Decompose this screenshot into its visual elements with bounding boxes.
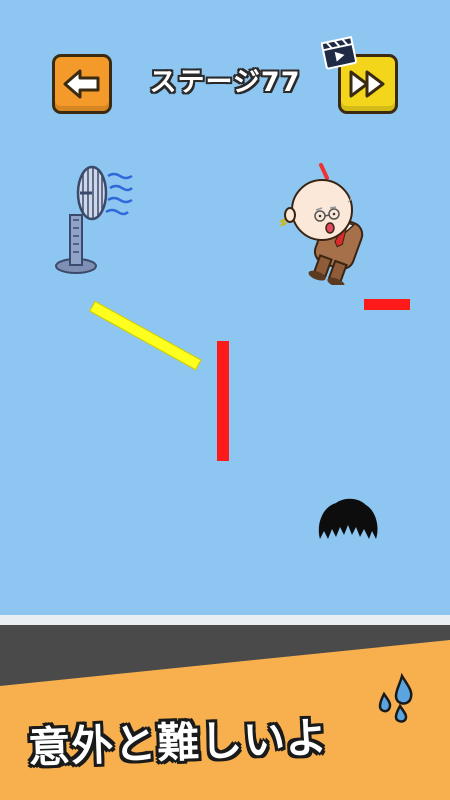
stage-title: ステージ77 <box>149 67 301 98</box>
bald-man-character <box>279 163 364 285</box>
red-barrier-horizontal <box>364 299 410 310</box>
red-barrier-vertical <box>217 341 229 461</box>
sweat-drops-icon <box>378 672 413 723</box>
arrow-left-icon <box>63 69 100 99</box>
back-button[interactable] <box>52 54 112 114</box>
electric-fan <box>55 165 133 274</box>
toupee-wig <box>318 498 378 539</box>
fast-forward-icon <box>349 70 385 98</box>
promo-caption: 意外と難しいよ <box>27 712 330 773</box>
clapperboard-icon <box>321 36 357 70</box>
